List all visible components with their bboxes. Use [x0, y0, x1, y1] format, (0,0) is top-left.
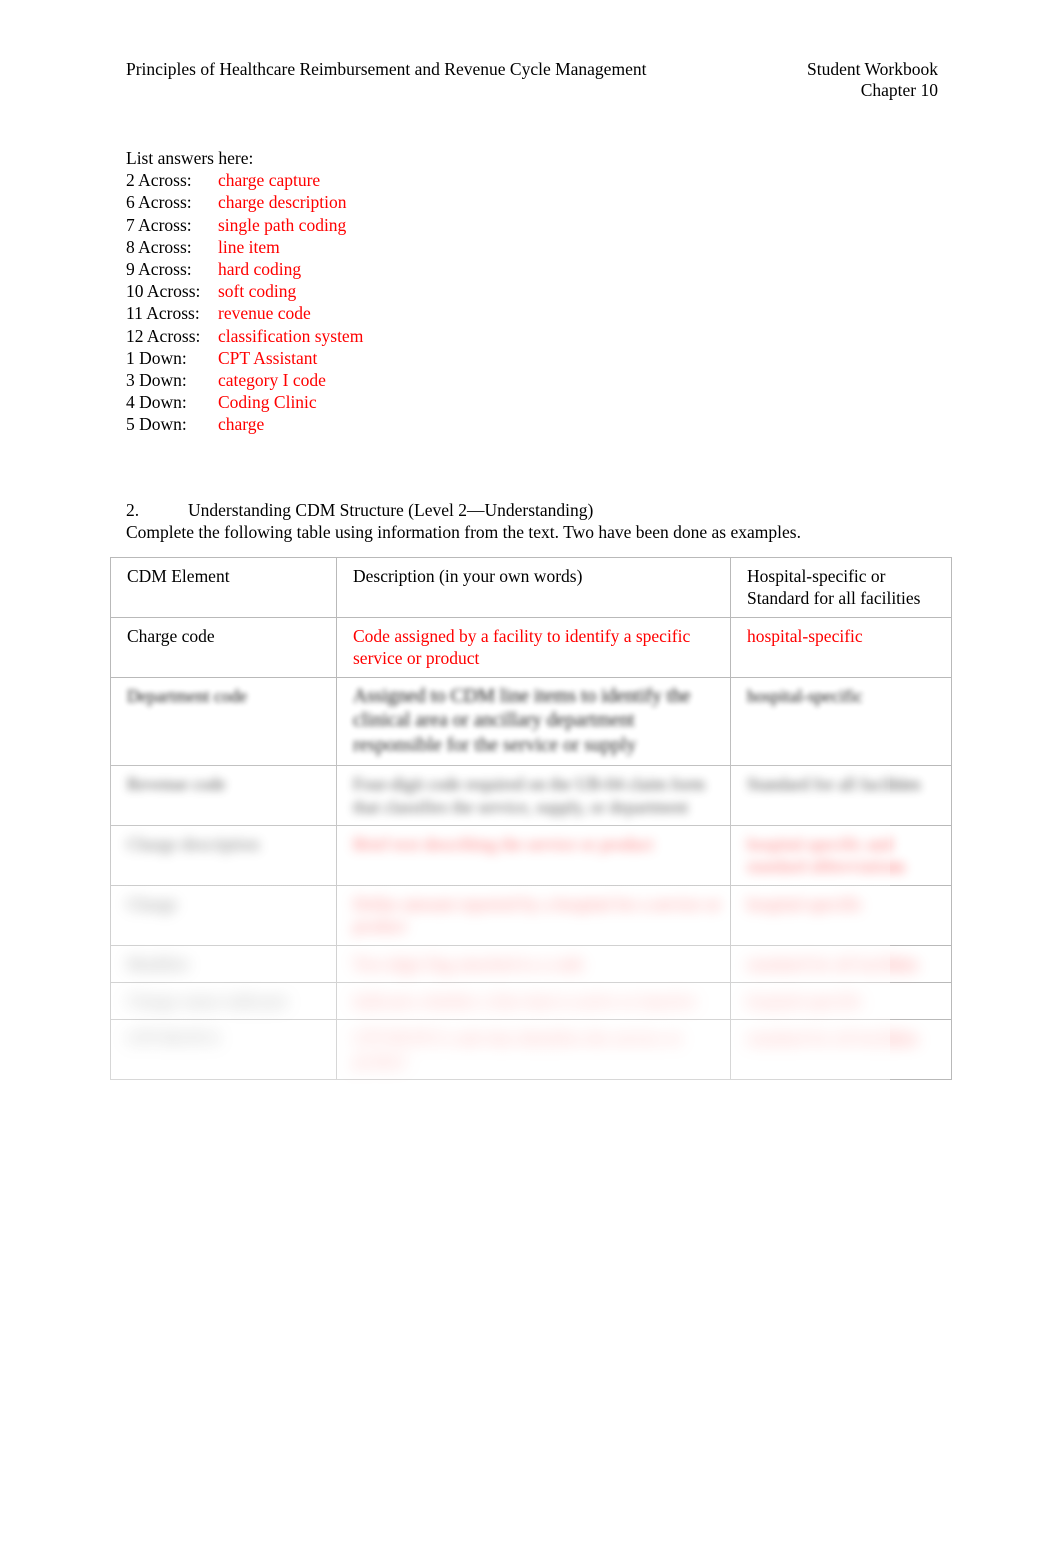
answer-clue-label: 8 Across: [126, 236, 192, 257]
cdm-table-row: Charge status indicator Indicates whether… [110, 981, 952, 1021]
cdm-cell-scope[interactable]: standard for all facilities [730, 944, 952, 983]
cdm-cell-description[interactable]: Dollar amount reported by a hospital for… [336, 884, 731, 946]
cdm-header-scope: Hospital-specific or Standard for all fa… [730, 557, 952, 618]
answer-value: revenue code [218, 303, 311, 324]
answers-rows: 2 Across: charge capture 6 Across: charge d… [126, 169, 363, 435]
cdm-structure-table: CDM Element Description (in your own word… [110, 557, 952, 1081]
answer-value: hard coding [218, 259, 302, 280]
answer-clue-label: 2 Across: [126, 170, 192, 191]
cdm-cell-scope[interactable]: hospital-specific [730, 981, 952, 1021]
cdm-cell-scope[interactable]: standard for all facilities [730, 1019, 952, 1081]
cdm-cell-element[interactable]: Department code [110, 676, 337, 767]
question-2-number: 2. [126, 500, 140, 520]
header-chapter-label: Chapter 10 [860, 80, 938, 100]
running-header: Principles of Healthcare Reimbursement a… [126, 59, 938, 100]
answer-value: CPT Assistant [218, 347, 318, 368]
header-workbook-label: Student Workbook [807, 59, 938, 79]
answer-row: 8 Across: line item [126, 236, 363, 258]
answer-value: charge capture [218, 170, 321, 191]
cdm-header-element: CDM Element [110, 557, 337, 618]
answer-row: 2 Across: charge capture [126, 169, 363, 191]
answer-clue-label: 11 Across: [126, 303, 200, 324]
answer-clue-label: 5 Down: [126, 414, 187, 435]
question-2-heading: 2. Understanding CDM Structure (Level 2—… [126, 499, 956, 521]
answer-row: 4 Down: Coding Clinic [126, 391, 363, 413]
cdm-cell-description[interactable]: Two-digit flag attached to a code [336, 944, 731, 983]
question-2-title: Understanding CDM Structure (Level 2—Und… [188, 500, 594, 520]
cdm-cell-scope[interactable]: hospital-specific and standard abbreviat… [730, 824, 952, 886]
answer-value: charge description [218, 192, 347, 213]
answer-clue-label: 1 Down: [126, 347, 187, 368]
answer-row: 5 Down: charge [126, 413, 363, 435]
answer-clue-label: 6 Across: [126, 192, 192, 213]
answer-row: 7 Across: single path coding [126, 214, 363, 236]
answer-value: single path coding [218, 214, 347, 235]
cdm-cell-element[interactable]: Charge status indicator [110, 981, 337, 1021]
answer-clue-label: 4 Down: [126, 392, 187, 413]
cdm-cell-description[interactable]: Four-digit code required on the UB-04 cl… [336, 765, 731, 826]
answer-row: 12 Across: classification system [126, 325, 363, 347]
answer-clue-label: 10 Across: [126, 281, 201, 302]
answer-row: 9 Across: hard coding [126, 258, 363, 280]
cdm-cell-description[interactable]: Code assigned by a facility to identify … [336, 616, 731, 678]
cdm-cell-description[interactable]: Assigned to CDM line items to identify t… [336, 676, 731, 767]
answer-row: 11 Across: revenue code [126, 302, 363, 324]
cdm-cell-element[interactable]: Charge [110, 884, 337, 946]
document-page: Principles of Healthcare Reimbursement a… [0, 0, 1062, 1561]
answer-clue-label: 3 Down: [126, 370, 187, 391]
cdm-cell-element[interactable]: Charge description [110, 824, 337, 886]
cdm-cell-element[interactable]: Modifier [110, 944, 337, 983]
cdm-table-row: Department code Assigned to CDM line item… [110, 676, 952, 767]
cdm-table-wrapper: CDM Element Description (in your own word… [110, 557, 952, 1081]
cdm-cell-description[interactable]: Brief text describing the service or pro… [336, 824, 731, 886]
answer-row: 1 Down: CPT Assistant [126, 347, 363, 369]
cdm-cell-element[interactable]: CPT/HCPCS [110, 1019, 337, 1081]
cdm-cell-scope[interactable]: hospital-specific [730, 676, 952, 767]
answer-clue-label: 12 Across: [126, 325, 201, 346]
cdm-table-row: Charge Dollar amount reported by a hospit… [110, 884, 952, 946]
header-workbook-info: Student Workbook Chapter 10 [807, 59, 938, 100]
cdm-table-row: Charge description Brief text describing … [110, 824, 952, 886]
cdm-cell-scope[interactable]: hospital-specific [730, 884, 952, 946]
cdm-header-description: Description (in your own words) [336, 557, 731, 618]
cdm-table-row: Charge code Code assigned by a facility t… [110, 616, 952, 678]
question-2-block: 2. Understanding CDM Structure (Level 2—… [126, 499, 956, 543]
answer-row: 3 Down: category I code [126, 369, 363, 391]
cdm-cell-scope[interactable]: hospital-specific [730, 616, 952, 678]
answer-value: category I code [218, 370, 326, 391]
cdm-cell-description[interactable]: CPT/HCPCS code that identifies the servi… [336, 1019, 731, 1081]
cdm-table-row: Revenue code Four-digit code required on … [110, 765, 952, 826]
cdm-table-row: Modifier Two-digit flag attached to a cod… [110, 944, 952, 983]
answers-list-title: List answers here: [126, 148, 254, 168]
answer-value: Coding Clinic [218, 392, 317, 413]
answer-value: line item [218, 236, 280, 257]
cdm-cell-element[interactable]: Revenue code [110, 765, 337, 826]
answer-value: classification system [218, 325, 364, 346]
question-2-instructions: Complete the following table using infor… [126, 522, 801, 543]
cdm-cell-scope[interactable]: Standard for all facilities [730, 765, 952, 826]
cdm-table-row: CPT/HCPCS CPT/HCPCS code that identifies … [110, 1019, 952, 1081]
cdm-cell-description[interactable]: Indicates whether a line item is active … [336, 981, 731, 1021]
answer-clue-label: 9 Across: [126, 259, 192, 280]
cdm-table-header-row: CDM Element Description (in your own word… [110, 557, 952, 618]
answer-clue-label: 7 Across: [126, 214, 192, 235]
answer-value: charge [218, 414, 265, 435]
answer-row: 6 Across: charge description [126, 191, 363, 213]
answers-list: List answers here: 2 Across: charge captu… [126, 147, 363, 436]
header-book-title: Principles of Healthcare Reimbursement a… [126, 59, 647, 79]
answer-row: 10 Across: soft coding [126, 280, 363, 302]
cdm-cell-element[interactable]: Charge code [110, 616, 337, 678]
answer-value: soft coding [218, 281, 297, 302]
